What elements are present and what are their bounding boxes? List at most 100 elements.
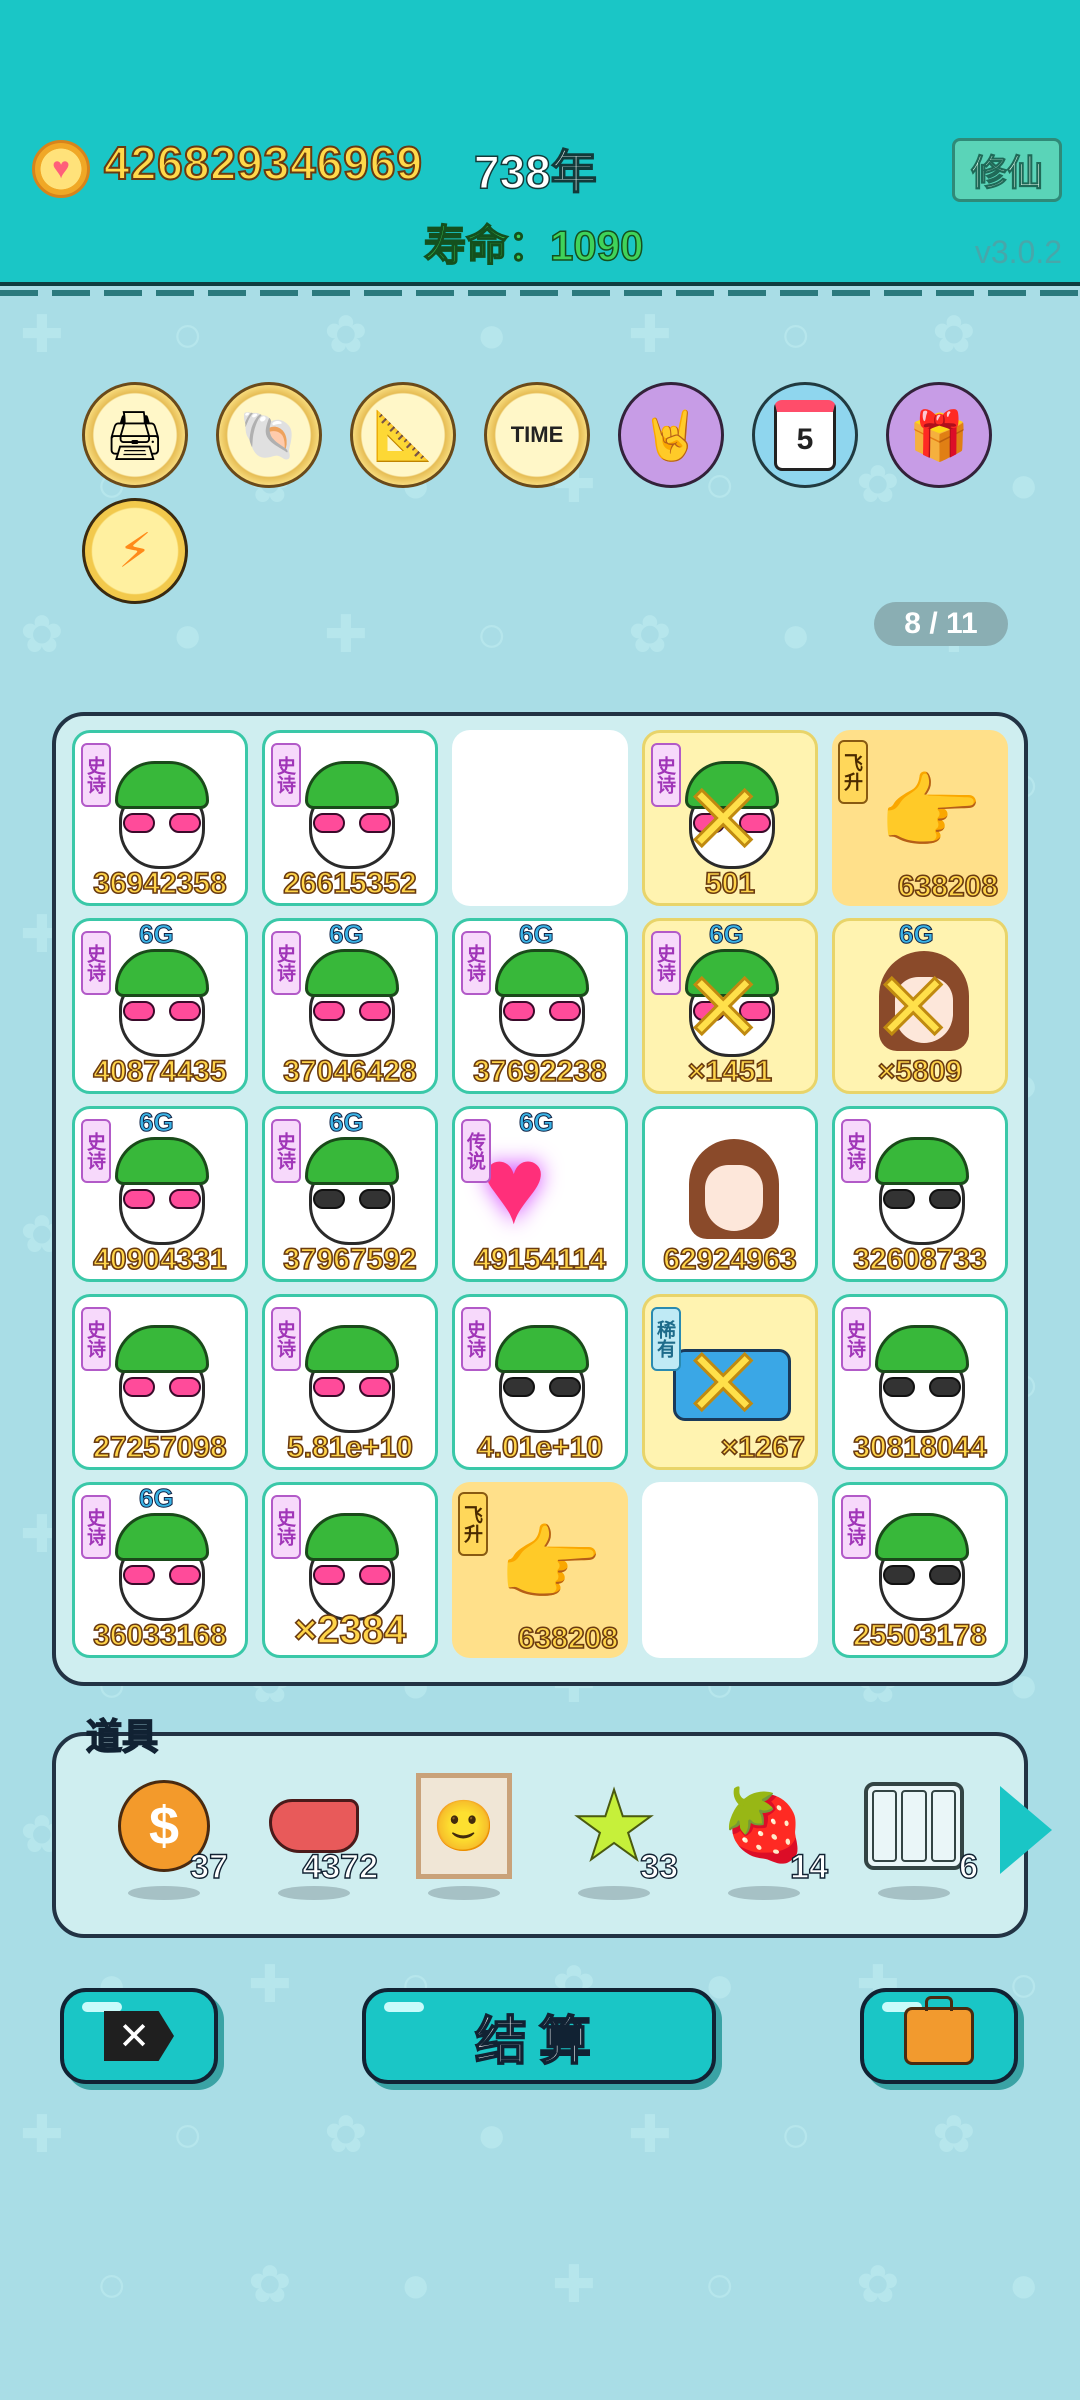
settle-button[interactable]: 结算 xyxy=(362,1988,716,2084)
bag-button[interactable] xyxy=(860,1988,1018,2084)
board-cell[interactable]: 史诗 6G 37046428 xyxy=(262,918,438,1094)
character-avatar xyxy=(869,1137,975,1249)
sunglasses xyxy=(123,1189,201,1211)
network-badge: 6G xyxy=(709,919,745,950)
sunglasses xyxy=(123,1565,201,1587)
rarity-tag: 史诗 xyxy=(271,1119,301,1183)
rarity-tag: 史诗 xyxy=(81,931,111,995)
board-cell[interactable] xyxy=(452,730,628,906)
green-cap xyxy=(115,761,209,809)
cultivate-button[interactable]: 修仙 xyxy=(952,138,1062,202)
board-cell[interactable]: 史诗 25503178 xyxy=(832,1482,1008,1658)
item-shadow xyxy=(728,1886,800,1900)
pattern-glyph: ✚ xyxy=(324,606,368,664)
pattern-glyph: ✿ xyxy=(248,2256,292,2314)
calendar-icon[interactable]: 5 xyxy=(752,382,858,488)
rarity-tag: 史诗 xyxy=(651,931,681,995)
board-cell[interactable]: 史诗 6G 37967592 xyxy=(262,1106,438,1282)
character-avatar xyxy=(299,949,405,1061)
board-cell[interactable]: ✕ 稀有 ×1267 xyxy=(642,1294,818,1470)
green-cap xyxy=(305,1325,399,1373)
board-cell[interactable]: 史诗 6G 40904331 xyxy=(72,1106,248,1282)
item-count: 6 xyxy=(958,1847,978,1886)
cell-value: 32608733 xyxy=(852,1242,987,1277)
board-cell[interactable]: 史诗 6G 37692238 xyxy=(452,918,628,1094)
rarity-tag: 史诗 xyxy=(461,1307,491,1371)
board-cell[interactable]: ♥ 传说 6G 49154114 xyxy=(452,1106,628,1282)
item-slot[interactable]: 🙂 xyxy=(406,1773,526,1900)
item-slot[interactable]: 4372 xyxy=(256,1776,379,1900)
pattern-glyph: ✚ xyxy=(552,2256,596,2314)
rock-hand-icon[interactable]: 🤘 xyxy=(618,382,724,488)
green-cap xyxy=(115,949,209,997)
pattern-glyph: ○ xyxy=(780,306,812,364)
calendar-day: 5 xyxy=(774,399,836,471)
board-cell[interactable]: 史诗 32608733 xyxy=(832,1106,1008,1282)
multiply-effect-icon: ✕ xyxy=(681,955,764,1062)
sunglasses xyxy=(123,1377,201,1399)
board-cell[interactable]: 史诗 6G 36033168 xyxy=(72,1482,248,1658)
year-counter: 738年 xyxy=(473,145,597,199)
green-cap xyxy=(875,1325,969,1373)
multiply-effect-icon: ✕ xyxy=(681,767,764,874)
rarity-tag: 史诗 xyxy=(841,1119,871,1183)
character-avatar xyxy=(109,1137,215,1249)
board-cell[interactable]: 史诗 27257098 xyxy=(72,1294,248,1470)
hand-icon: 👉 xyxy=(498,1517,603,1611)
character-avatar xyxy=(109,1325,215,1437)
board-cell[interactable]: 史诗 5.81e+10 xyxy=(262,1294,438,1470)
top-bar: ♥ 426829346969 738年 寿命：1090 修仙 v3.0.2 xyxy=(0,0,1080,296)
board-cell[interactable]: 史诗 36942358 xyxy=(72,730,248,906)
pattern-glyph: ✿ xyxy=(856,2256,900,2314)
pattern-glyph: ○ xyxy=(96,2256,128,2314)
cell-value: 40874435 xyxy=(92,1054,227,1089)
cell-value: ×2384 xyxy=(293,1607,407,1653)
divider xyxy=(0,290,1080,296)
board-cell[interactable]: 👉 飞升 638208 xyxy=(832,730,1008,906)
printer-icon[interactable]: 🖨 xyxy=(82,382,188,488)
board-cell[interactable]: ✕ 史诗 501 xyxy=(642,730,818,906)
board-cell[interactable]: 史诗 4.01e+10 xyxy=(452,1294,628,1470)
math-book-icon[interactable]: 📐 xyxy=(350,382,456,488)
item-slot[interactable]: 6 xyxy=(856,1776,979,1900)
board-cell[interactable]: 👉 飞升 638208 xyxy=(452,1482,628,1658)
cell-value: 62924963 xyxy=(662,1242,797,1277)
board-cell[interactable]: 62924963 xyxy=(642,1106,818,1282)
pattern-glyph: ● xyxy=(780,606,812,664)
board-cell[interactable] xyxy=(642,1482,818,1658)
cell-value: 40904331 xyxy=(92,1242,227,1277)
lightning-icon[interactable]: ⚡ xyxy=(82,498,188,604)
green-cap xyxy=(115,1513,209,1561)
board-cell[interactable]: ✕ 6G ×5809 xyxy=(832,918,1008,1094)
cell-value: 638208 xyxy=(517,1621,619,1656)
green-cap xyxy=(305,949,399,997)
item-shadow xyxy=(128,1886,200,1900)
pattern-glyph: ○ xyxy=(172,306,204,364)
item-slot[interactable]: 🍓 14 xyxy=(706,1776,829,1900)
pattern-glyph: ✿ xyxy=(20,606,64,664)
rarity-tag: 稀有 xyxy=(651,1307,681,1371)
cell-value: 30818044 xyxy=(852,1430,987,1465)
time-magazine-icon[interactable]: TIME xyxy=(484,382,590,488)
item-slot[interactable]: ★ 33 xyxy=(556,1772,679,1900)
cell-value: 638208 xyxy=(897,869,999,904)
shell-icon[interactable]: 🐚 xyxy=(216,382,322,488)
cell-value: 26615352 xyxy=(282,866,417,901)
cell-value: ×1267 xyxy=(720,1430,806,1465)
board-cell[interactable]: 史诗 6G 40874435 xyxy=(72,918,248,1094)
board-cell[interactable]: 史诗 26615352 xyxy=(262,730,438,906)
next-arrow-icon[interactable] xyxy=(1000,1786,1052,1874)
board-cell[interactable]: 史诗 30818044 xyxy=(832,1294,1008,1470)
sunglasses xyxy=(313,1377,391,1399)
board-cell[interactable]: 史诗 ×2384 xyxy=(262,1482,438,1658)
network-badge: 6G xyxy=(139,1483,175,1514)
character-avatar xyxy=(299,761,405,873)
exit-button[interactable]: ✕ xyxy=(60,1988,218,2084)
green-cap xyxy=(305,1137,399,1185)
pattern-glyph: ✿ xyxy=(932,306,976,364)
board-cell[interactable]: ✕ 史诗 6G ×1451 xyxy=(642,918,818,1094)
gift-box-icon[interactable]: 🎁 xyxy=(886,382,992,488)
cell-value: 25503178 xyxy=(852,1618,987,1653)
girl-avatar xyxy=(689,1139,779,1249)
item-slot[interactable]: $37 xyxy=(106,1776,229,1900)
